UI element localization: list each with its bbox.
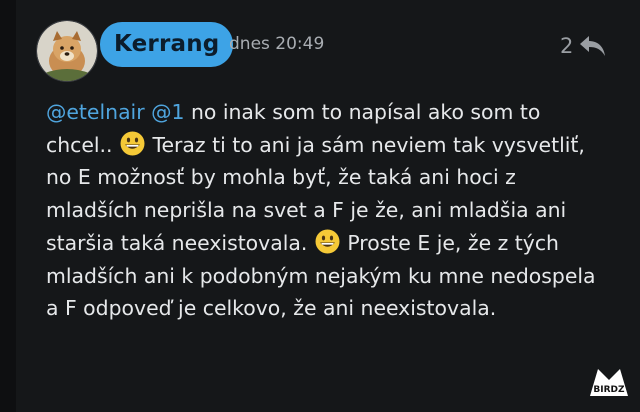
mention-ref-link[interactable]: @1	[151, 100, 184, 124]
comment-view: Kerrang dnes 20:49 2 @etelnair @1 no ina…	[0, 0, 640, 412]
mention-user-link[interactable]: @etelnair	[46, 100, 145, 124]
post-timestamp: dnes 20:49	[229, 34, 325, 54]
comment-header: Kerrang dnes 20:49 2	[32, 16, 622, 82]
birdz-watermark-logo: BIRDZ	[590, 369, 628, 396]
comment-body: @etelnair @1 no inak som to napísal ako …	[46, 96, 606, 325]
grinning-face-emoji-icon	[315, 229, 340, 254]
dog-avatar-icon	[37, 21, 97, 81]
reply-arrow-icon[interactable]	[578, 33, 608, 59]
left-rail	[0, 0, 16, 412]
reply-count: 2	[560, 34, 574, 58]
svg-text:BIRDZ: BIRDZ	[593, 385, 625, 395]
grinning-face-emoji-icon	[120, 131, 145, 156]
avatar[interactable]	[36, 20, 98, 82]
author-name-button[interactable]: Kerrang	[100, 22, 234, 67]
